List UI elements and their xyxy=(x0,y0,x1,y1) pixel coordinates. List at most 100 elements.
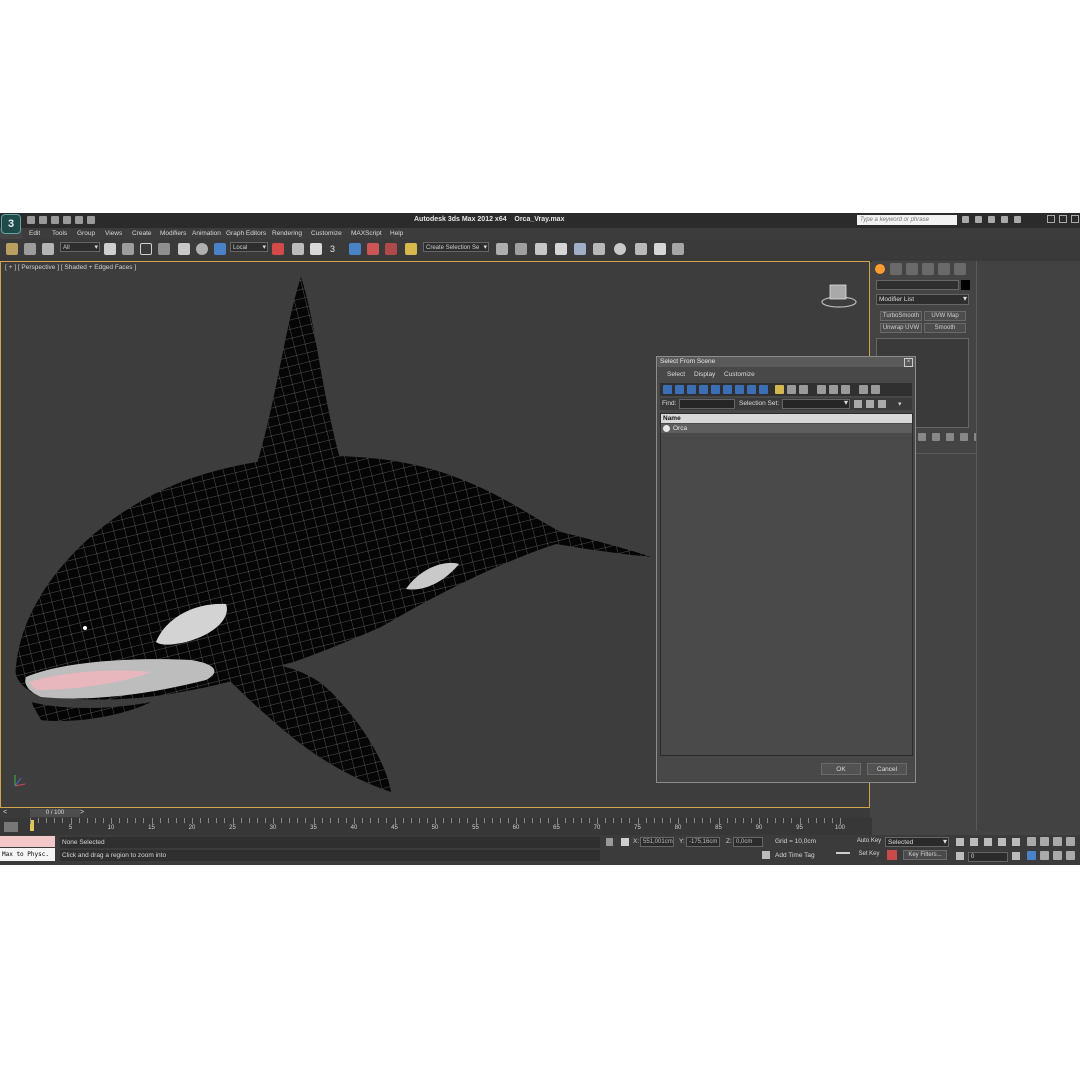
unlink-icon[interactable] xyxy=(24,243,36,255)
select-invert-icon[interactable] xyxy=(841,385,850,394)
time-configuration-icon[interactable] xyxy=(1012,852,1020,860)
menu-graph-editors[interactable]: Graph Editors xyxy=(226,230,266,237)
snaps-toggle-icon[interactable]: 3 xyxy=(330,243,342,255)
undo-icon[interactable] xyxy=(63,216,71,224)
render-setup-icon[interactable] xyxy=(635,243,647,255)
motion-tab-icon[interactable] xyxy=(922,263,934,275)
search-icon[interactable] xyxy=(962,216,969,223)
link-icon[interactable] xyxy=(6,243,18,255)
menu-group[interactable]: Group xyxy=(77,230,95,237)
zoom-extents-icon[interactable] xyxy=(1053,837,1062,846)
zoom-all-icon[interactable] xyxy=(1040,837,1049,846)
y-coordinate-field[interactable]: -175,16cm xyxy=(686,837,720,847)
display-all-icon[interactable] xyxy=(775,385,784,394)
filter-lights-icon[interactable] xyxy=(687,385,696,394)
modifier-list-dropdown[interactable]: Modifier List xyxy=(876,294,969,305)
app-logo-button[interactable]: 3 xyxy=(1,214,21,234)
rotate-icon[interactable] xyxy=(196,243,208,255)
pan-icon[interactable] xyxy=(1040,851,1049,860)
filter-xrefs-icon[interactable] xyxy=(747,385,756,394)
select-and-manipulate-icon[interactable] xyxy=(292,243,304,255)
save-file-icon[interactable] xyxy=(51,216,59,224)
window-crossing-icon[interactable] xyxy=(158,243,170,255)
percent-snap-icon[interactable] xyxy=(367,243,379,255)
menu-views[interactable]: Views xyxy=(105,230,122,237)
hierarchy-tab-icon[interactable] xyxy=(906,263,918,275)
dialog-options-chevron-icon[interactable]: ▾ xyxy=(898,400,902,408)
curve-editor-icon[interactable] xyxy=(574,243,586,255)
minimize-icon[interactable] xyxy=(1047,215,1055,223)
set-key-button[interactable]: Set Key xyxy=(855,850,883,860)
track-bar[interactable]: 5 10 15 20 25 30 35 40 45 50 55 60 65 70 75 80 85 90 95 100 xyxy=(0,818,872,835)
mini-curve-editor-icon[interactable] xyxy=(4,822,18,832)
filter-space-warps-icon[interactable] xyxy=(723,385,732,394)
find-input[interactable] xyxy=(679,399,735,409)
turbosmooth-button[interactable]: TurboSmooth xyxy=(880,311,922,321)
communication-icon[interactable] xyxy=(988,216,995,223)
x-coordinate-field[interactable]: 551,001cm xyxy=(640,837,674,847)
name-column-header[interactable]: Name xyxy=(661,414,912,423)
help-search-input[interactable]: Type a keyword or phrase xyxy=(857,215,957,225)
display-none-icon[interactable] xyxy=(787,385,796,394)
time-slider-next-icon[interactable]: > xyxy=(80,809,84,816)
add-time-tag-button[interactable]: Add Time Tag xyxy=(775,852,815,859)
redo-icon[interactable] xyxy=(75,216,83,224)
bind-space-warp-icon[interactable] xyxy=(42,243,54,255)
favorites-icon[interactable] xyxy=(1001,216,1008,223)
key-mode-icon[interactable] xyxy=(836,844,850,854)
utilities-tab-icon[interactable] xyxy=(954,263,966,275)
zoom-extents-all-icon[interactable] xyxy=(1066,837,1075,846)
select-object-icon[interactable] xyxy=(104,243,116,255)
select-by-name-icon[interactable] xyxy=(122,243,134,255)
orbit-icon[interactable] xyxy=(1053,851,1062,860)
time-slider-frame[interactable]: 0 / 100 xyxy=(30,809,80,817)
keyboard-shortcut-override-icon[interactable] xyxy=(310,243,322,255)
maxscript-listener-output[interactable] xyxy=(0,836,55,847)
show-end-result-icon[interactable] xyxy=(932,433,940,441)
cancel-button[interactable]: Cancel xyxy=(867,763,907,775)
maximize-viewport-icon[interactable] xyxy=(1066,851,1075,860)
pivot-center-icon[interactable] xyxy=(272,243,284,255)
unwrap-uvw-button[interactable]: Unwrap UVW xyxy=(880,323,922,333)
ok-button[interactable]: OK xyxy=(821,763,861,775)
absolute-transform-icon[interactable] xyxy=(621,838,629,846)
filter-helpers-icon[interactable] xyxy=(711,385,720,394)
menu-maxscript[interactable]: MAXScript xyxy=(351,230,382,237)
rendered-frame-window-icon[interactable] xyxy=(654,243,666,255)
dialog-menu-select[interactable]: Select xyxy=(667,371,685,378)
time-slider-prev-icon[interactable]: < xyxy=(3,809,7,816)
align-icon[interactable] xyxy=(515,243,527,255)
dialog-close-icon[interactable]: × xyxy=(904,358,913,367)
z-coordinate-field[interactable]: 0,0cm xyxy=(733,837,763,847)
selection-set-add-icon[interactable] xyxy=(854,400,862,408)
dialog-title[interactable]: Select From Scene xyxy=(657,357,915,367)
modify-tab-icon[interactable] xyxy=(890,263,902,275)
menu-modifiers[interactable]: Modifiers xyxy=(160,230,186,237)
help-icon[interactable] xyxy=(1014,216,1021,223)
menu-tools[interactable]: Tools xyxy=(52,230,67,237)
selection-set-edit-icon[interactable] xyxy=(878,400,886,408)
selection-set-remove-icon[interactable] xyxy=(866,400,874,408)
make-unique-icon[interactable] xyxy=(946,433,954,441)
filter-shapes-icon[interactable] xyxy=(675,385,684,394)
set-key-icon[interactable] xyxy=(887,850,897,860)
lock-selection-icon[interactable] xyxy=(606,838,613,846)
maxscript-mini-listener[interactable]: Max to Physc. xyxy=(0,848,55,861)
object-color-swatch[interactable] xyxy=(961,280,970,290)
key-mode-dropdown[interactable]: Selected xyxy=(885,837,949,847)
menu-customize[interactable]: Customize xyxy=(311,230,342,237)
spinner-snap-icon[interactable] xyxy=(385,243,397,255)
zoom-icon[interactable] xyxy=(1027,837,1036,846)
graphite-toolbar-icon[interactable] xyxy=(555,243,567,255)
filter-groups-icon[interactable] xyxy=(735,385,744,394)
material-editor-icon[interactable] xyxy=(614,243,626,255)
go-to-end-icon[interactable] xyxy=(1012,838,1020,846)
zoom-region-icon[interactable] xyxy=(1027,851,1036,860)
selection-set-dropdown[interactable] xyxy=(782,398,850,409)
reference-coordinate-dropdown[interactable]: Local xyxy=(230,242,268,253)
next-frame-icon[interactable] xyxy=(998,838,1006,846)
display-invert-icon[interactable] xyxy=(799,385,808,394)
close-icon[interactable] xyxy=(1071,215,1079,223)
filter-geometry-icon[interactable] xyxy=(663,385,672,394)
scene-object-list[interactable]: Name Orca xyxy=(660,413,913,756)
